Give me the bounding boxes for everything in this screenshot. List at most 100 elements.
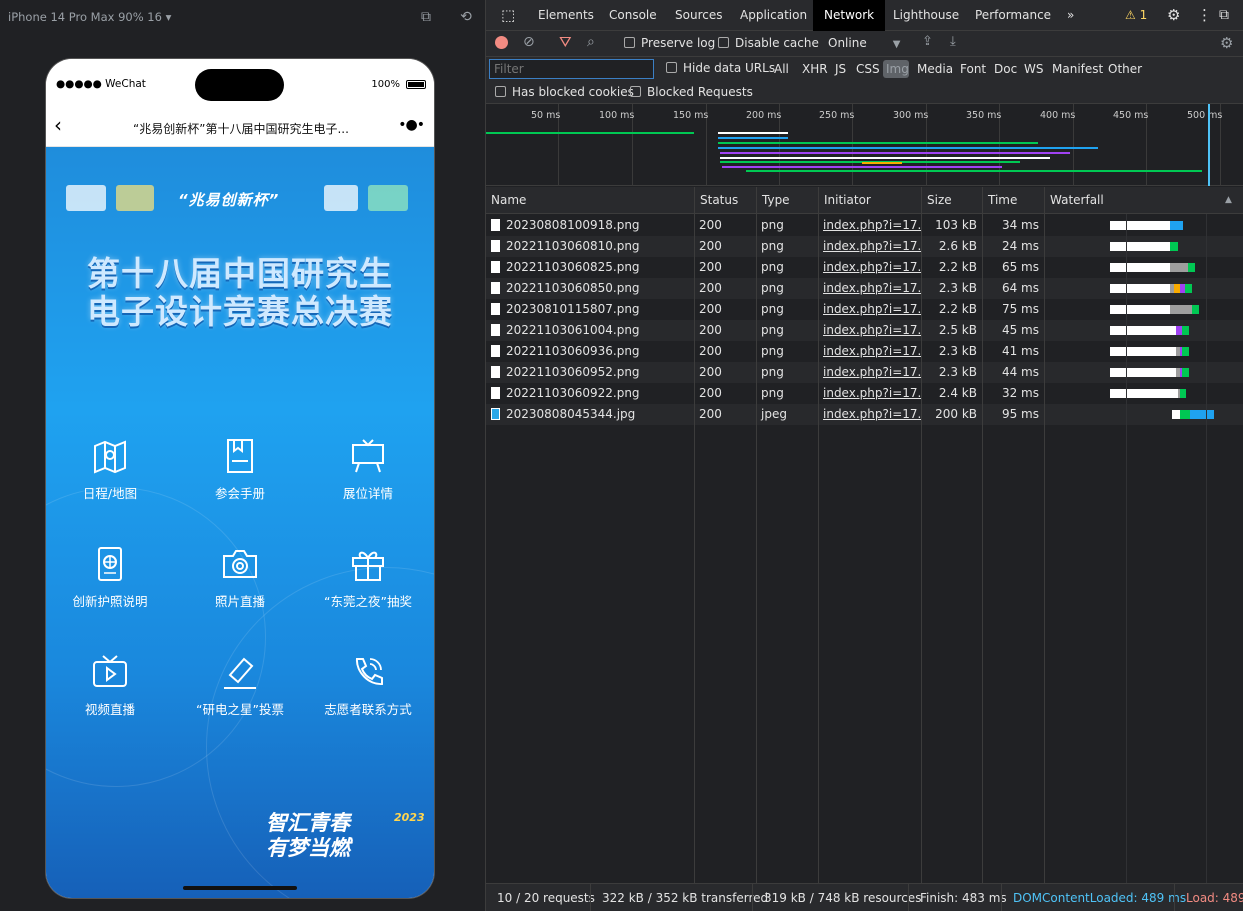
column-header-name[interactable]: Name <box>486 187 695 214</box>
column-header-size[interactable]: Size <box>921 187 982 214</box>
request-name: 20230808100918.png <box>506 218 640 232</box>
hero-title-line: 电子设计竞赛总决赛 <box>87 292 393 331</box>
cell-status: 200 <box>699 386 722 400</box>
device-selector[interactable]: iPhone 14 Pro Max 90% 16 ▾ <box>8 10 171 24</box>
tab-console[interactable]: Console <box>598 0 668 31</box>
tab-application[interactable]: Application <box>729 0 818 31</box>
blocked-cookies-checkbox[interactable]: Has blocked cookies <box>495 85 634 99</box>
table-row[interactable]: 20221103060810.png 200 png index.php?i=17..… <box>486 236 1243 257</box>
cell-initiator[interactable]: index.php?i=17... <box>818 299 921 320</box>
timeline-tick-label: 500 ms <box>1187 110 1223 121</box>
inspect-icon[interactable]: ⬚ <box>490 0 526 31</box>
record-icon[interactable] <box>495 36 508 49</box>
hide-data-urls-checkbox[interactable]: Hide data URLs <box>666 61 775 75</box>
type-filter-xhr[interactable]: XHR <box>799 60 831 78</box>
type-filter-other[interactable]: Other <box>1105 60 1145 78</box>
menu-volunteer-contact[interactable]: 志愿者联系方式 <box>305 653 431 733</box>
table-row[interactable]: 20221103060952.png 200 png index.php?i=17..… <box>486 362 1243 383</box>
column-header-time[interactable]: Time <box>982 187 1044 214</box>
cell-type: png <box>761 386 784 400</box>
cell-name: 20230808045344.jpg <box>486 404 694 425</box>
dock-icon[interactable]: ⧉ <box>1208 0 1240 31</box>
export-har-icon[interactable]: ⤓ <box>950 34 956 49</box>
table-row[interactable]: 20221103061004.png 200 png index.php?i=17..… <box>486 320 1243 341</box>
image-file-icon <box>491 387 500 399</box>
preserve-log-checkbox[interactable]: Preserve log <box>624 36 715 50</box>
cell-initiator[interactable]: index.php?i=17... <box>818 320 921 341</box>
menu-lottery[interactable]: “东莞之夜”抽奖 <box>305 545 431 625</box>
cell-initiator[interactable]: index.php?i=17... <box>818 383 921 404</box>
table-row[interactable]: 20221103060850.png 200 png index.php?i=17..… <box>486 278 1243 299</box>
back-icon[interactable]: ‹ <box>54 115 62 135</box>
cell-status: 200 <box>699 365 722 379</box>
battery-percent: 100% <box>371 79 400 90</box>
search-icon[interactable]: ⌕ <box>587 34 595 50</box>
menu-passport[interactable]: 创新护照说明 <box>55 545 165 625</box>
cell-initiator[interactable]: index.php?i=17... <box>818 341 921 362</box>
type-filter-js[interactable]: JS <box>832 60 849 78</box>
cell-type: png <box>761 302 784 316</box>
filter-input[interactable] <box>489 59 654 79</box>
type-filter-all[interactable]: All <box>771 60 792 78</box>
menu-vote[interactable]: “研电之星”投票 <box>177 653 303 733</box>
type-filter-ws[interactable]: WS <box>1021 60 1046 78</box>
timeline-tick-label: 100 ms <box>599 110 635 121</box>
more-icon[interactable]: •●• <box>398 117 425 133</box>
column-header-initiator[interactable]: Initiator <box>818 187 921 214</box>
table-row[interactable]: 20230808045344.jpg 200 jpeg index.php?i=17.… <box>486 404 1243 425</box>
rotate-icon[interactable]: ⟲ <box>458 9 474 25</box>
column-header-waterfall[interactable]: Waterfall <box>1044 187 1243 214</box>
menu-schedule-map[interactable]: 日程/地图 <box>55 437 165 517</box>
table-row[interactable]: 20221103060936.png 200 png index.php?i=17..… <box>486 341 1243 362</box>
sort-ascending-icon[interactable]: ▲ <box>1220 187 1232 214</box>
throttling-select[interactable]: Online ▼ <box>828 36 900 50</box>
type-filter-doc[interactable]: Doc <box>991 60 1020 78</box>
column-header-type[interactable]: Type <box>756 187 818 214</box>
cell-initiator[interactable]: index.php?i=17... <box>818 215 921 236</box>
disable-cache-checkbox[interactable]: Disable cache <box>718 36 819 50</box>
request-name: 20221103060936.png <box>506 344 640 358</box>
screenshot-icon[interactable]: ⧉ <box>418 9 434 25</box>
tab-sources[interactable]: Sources <box>664 0 733 31</box>
waterfall-bar-segment <box>1185 284 1192 293</box>
cell-initiator[interactable]: index.php?i=17... <box>818 257 921 278</box>
tab-elements[interactable]: Elements <box>527 0 605 31</box>
type-filter-font[interactable]: Font <box>957 60 989 78</box>
table-row[interactable]: 20230810115807.png 200 png index.php?i=17..… <box>486 299 1243 320</box>
blocked-requests-checkbox[interactable]: Blocked Requests <box>630 85 753 99</box>
type-filter-manifest[interactable]: Manifest <box>1049 60 1106 78</box>
column-header-status[interactable]: Status <box>694 187 756 214</box>
passport-icon <box>98 547 122 581</box>
cell-size: 2.3 kB <box>938 365 977 379</box>
menu-booth[interactable]: 展位详情 <box>313 437 423 517</box>
tab-performance[interactable]: Performance <box>964 0 1062 31</box>
tab-network[interactable]: Network <box>813 0 886 31</box>
cell-time: 95 ms <box>1001 407 1039 421</box>
network-settings-icon[interactable]: ⚙ <box>1220 34 1233 52</box>
type-filter-img[interactable]: Img <box>883 60 909 78</box>
import-har-icon[interactable]: ⇪ <box>922 34 933 49</box>
filter-icon[interactable]: ⛛ <box>559 33 572 51</box>
table-row[interactable]: 20221103060825.png 200 png index.php?i=17..… <box>486 257 1243 278</box>
table-row[interactable]: 20230808100918.png 200 png index.php?i=17..… <box>486 215 1243 236</box>
timeline-bar <box>722 166 1002 168</box>
camera-icon <box>223 550 257 578</box>
cell-type: png <box>761 344 784 358</box>
warning-badge[interactable]: ⚠ 1 <box>1114 0 1158 31</box>
type-filter-media[interactable]: Media <box>914 60 956 78</box>
menu-handbook[interactable]: 参会手册 <box>185 437 295 517</box>
type-filter-css[interactable]: CSS <box>853 60 883 78</box>
checkbox-icon <box>666 62 677 73</box>
cell-initiator[interactable]: index.php?i=17... <box>818 404 921 425</box>
clear-icon[interactable]: ⊘ <box>523 34 535 50</box>
menu-photo-live[interactable]: 照片直播 <box>185 545 295 625</box>
cell-type: png <box>761 260 784 274</box>
cell-initiator[interactable]: index.php?i=17... <box>818 278 921 299</box>
menu-video-live[interactable]: 视频直播 <box>55 653 165 733</box>
cell-initiator[interactable]: index.php?i=17... <box>818 362 921 383</box>
more-tabs-icon[interactable]: » <box>1056 0 1085 31</box>
cell-initiator[interactable]: index.php?i=17... <box>818 236 921 257</box>
table-header: Name Status Type Initiator Size Time Wat… <box>486 187 1243 214</box>
table-row[interactable]: 20221103060922.png 200 png index.php?i=17..… <box>486 383 1243 404</box>
tab-lighthouse[interactable]: Lighthouse <box>882 0 970 31</box>
